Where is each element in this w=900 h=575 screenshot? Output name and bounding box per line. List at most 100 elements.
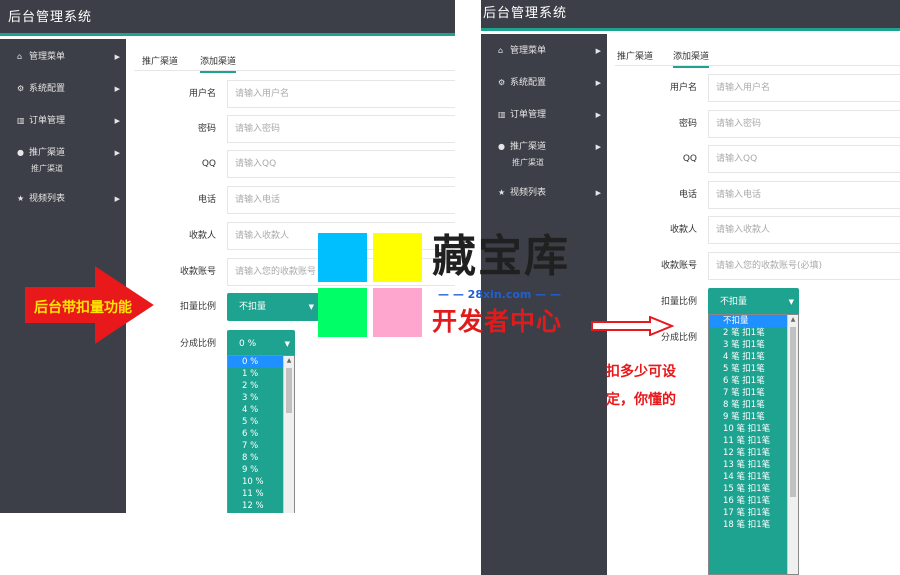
sidebar-item-orders[interactable]: ▥ 订单管理 ▶ xyxy=(481,99,607,131)
sidebar-item-label: 管理菜单 xyxy=(29,52,66,62)
account-input[interactable]: 请输入您的收款账号(必填) xyxy=(708,252,900,280)
gears-icon: ⚙ xyxy=(498,78,506,87)
password-input[interactable]: 请输入密码 xyxy=(708,110,900,138)
phone-input[interactable]: 请输入电话 xyxy=(227,186,455,214)
sidebar-item-label: 订单管理 xyxy=(29,116,66,126)
sidebar-item-videos[interactable]: ★ 视频列表 ▶ xyxy=(0,183,126,215)
top-bar: 后台管理系统 xyxy=(481,0,900,31)
dropdown-option[interactable]: 7 笔 扣1笔 xyxy=(709,387,798,399)
tab-channels[interactable]: 推广渠道 xyxy=(142,54,178,67)
color-swatch-blue xyxy=(318,233,367,282)
chevron-right-icon: ▶ xyxy=(595,79,601,87)
user-icon: ● xyxy=(17,148,24,157)
dropdown-option[interactable]: 9 笔 扣1笔 xyxy=(709,411,798,423)
scrollbar-thumb[interactable] xyxy=(286,368,292,413)
deduct-select[interactable]: 不扣量 ▼ xyxy=(227,293,319,321)
dropdown-option[interactable]: 4 笔 扣1笔 xyxy=(709,351,798,363)
dropdown-option[interactable]: 12 笔 扣1笔 xyxy=(709,447,798,459)
share-select-value: 0 % xyxy=(239,339,257,349)
dropdown-option[interactable]: 15 笔 扣1笔 xyxy=(709,483,798,495)
share-select[interactable]: 0 % ▼ xyxy=(227,330,295,358)
chevron-right-icon: ▶ xyxy=(595,47,601,55)
share-dropdown-list[interactable]: 0 % 1 % 2 % 3 % 4 % 5 % 6 % 7 % 8 % 9 % 10 % 11 % 12… xyxy=(227,355,295,513)
tab-bar: 推广渠道 添加渠道 xyxy=(615,44,900,68)
field-label: 用户名 xyxy=(669,83,697,93)
form-row-account: 收款账号 请输入您的收款账号(必填) xyxy=(607,252,900,280)
caret-down-icon: ▼ xyxy=(308,303,314,311)
dropdown-option[interactable]: 16 笔 扣1笔 xyxy=(709,495,798,507)
sidebar-item-channels[interactable]: ● 推广渠道 ▶ xyxy=(0,137,126,169)
username-input[interactable]: 请输入用户名 xyxy=(708,74,900,102)
dropdown-option[interactable]: 14 笔 扣1笔 xyxy=(709,471,798,483)
deduct-select[interactable]: 不扣量 ▼ xyxy=(708,288,799,316)
form-row-phone: 电话 请输入电话 xyxy=(607,181,900,209)
sidebar-item-label: 推广渠道 xyxy=(510,142,547,152)
dropdown-option[interactable]: 8 笔 扣1笔 xyxy=(709,399,798,411)
field-label: 收款人 xyxy=(669,225,697,235)
field-label: 扣量比例 xyxy=(660,297,697,307)
dropdown-option[interactable]: 11 笔 扣1笔 xyxy=(709,435,798,447)
sidebar-item-config[interactable]: ⚙ 系统配置 ▶ xyxy=(0,73,126,105)
deduct-dropdown-list[interactable]: 不扣量 2 笔 扣1笔 3 笔 扣1笔 4 笔 扣1笔 5 笔 扣1笔 6 笔 扣1笔 7 … xyxy=(708,314,799,575)
sidebar-item-menu[interactable]: ⌂ 管理菜单 ▶ xyxy=(0,41,126,73)
home-icon: ⌂ xyxy=(17,52,23,61)
scroll-up-icon[interactable]: ▲ xyxy=(284,356,294,366)
field-label: 用户名 xyxy=(188,89,216,99)
tab-add-channel[interactable]: 添加渠道 xyxy=(200,54,237,73)
field-label: 电话 xyxy=(678,190,697,200)
form-row-password: 密码 请输入密码 xyxy=(607,110,900,138)
qq-input[interactable]: 请输入QQ xyxy=(708,145,900,173)
chevron-right-icon: ▶ xyxy=(595,111,601,119)
chevron-right-icon: ▶ xyxy=(114,195,120,203)
sidebar-item-config[interactable]: ⚙ 系统配置 ▶ xyxy=(481,67,607,99)
tab-add-channel[interactable]: 添加渠道 xyxy=(673,49,710,68)
app-title: 后台管理系统 xyxy=(8,10,93,25)
dropdown-scrollbar[interactable]: ▲ xyxy=(787,315,798,574)
dropdown-option[interactable]: 10 笔 扣1笔 xyxy=(709,423,798,435)
form-row-username: 用户名 请输入用户名 xyxy=(126,80,455,108)
user-icon: ● xyxy=(498,142,505,151)
star-icon: ★ xyxy=(498,188,506,197)
form-row-payee: 收款人 请输入收款人 xyxy=(607,216,900,244)
dropdown-option[interactable]: 6 笔 扣1笔 xyxy=(709,375,798,387)
caret-down-icon: ▼ xyxy=(788,298,794,306)
sidebar-item-label: 订单管理 xyxy=(510,110,547,120)
form-row-qq: QQ 请输入QQ xyxy=(607,145,900,173)
scroll-up-icon[interactable]: ▲ xyxy=(788,315,798,325)
payee-input[interactable]: 请输入收款人 xyxy=(708,216,900,244)
dropdown-option[interactable]: 2 笔 扣1笔 xyxy=(709,327,798,339)
sidebar-item-menu[interactable]: ⌂ 管理菜单 ▶ xyxy=(481,35,607,67)
bar-chart-icon: ▥ xyxy=(17,116,25,125)
deduct-note: 扣多少可设定，你懂的 xyxy=(606,364,676,408)
dropdown-option[interactable]: 3 笔 扣1笔 xyxy=(709,339,798,351)
sidebar-item-orders[interactable]: ▥ 订单管理 ▶ xyxy=(0,105,126,137)
chevron-right-icon: ▶ xyxy=(114,85,120,93)
dropdown-option[interactable]: 5 笔 扣1笔 xyxy=(709,363,798,375)
tab-bar: 推广渠道 添加渠道 xyxy=(134,49,455,73)
color-swatch-pink xyxy=(373,288,422,337)
form-row-username: 用户名 请输入用户名 xyxy=(607,74,900,102)
feature-callout: 后台带扣量功能 xyxy=(34,300,132,316)
qq-input[interactable]: 请输入QQ xyxy=(227,150,455,178)
dropdown-scrollbar[interactable]: ▲ xyxy=(283,356,294,513)
dropdown-option[interactable]: 13 笔 扣1笔 xyxy=(709,459,798,471)
username-input[interactable]: 请输入用户名 xyxy=(227,80,455,108)
watermark-url: — — 28xin.com — — xyxy=(438,288,562,301)
phone-input[interactable]: 请输入电话 xyxy=(708,181,900,209)
dropdown-option[interactable]: 17 笔 扣1笔 xyxy=(709,507,798,519)
arrow-right-icon xyxy=(591,316,674,336)
field-label: QQ xyxy=(201,159,216,169)
chevron-right-icon: ▶ xyxy=(595,143,601,151)
scrollbar-thumb[interactable] xyxy=(790,327,796,497)
top-bar: 后台管理系统 xyxy=(0,0,455,36)
color-swatch-yellow xyxy=(373,233,422,282)
form-row-deduct: 扣量比例 不扣量 ▼ xyxy=(607,288,900,316)
dropdown-option[interactable]: 18 笔 扣1笔 xyxy=(709,519,798,531)
sidebar-item-label: 系统配置 xyxy=(29,84,66,94)
field-label: 密码 xyxy=(197,124,216,134)
sidebar-item-videos[interactable]: ★ 视频列表 ▶ xyxy=(481,177,607,209)
tab-channels[interactable]: 推广渠道 xyxy=(617,49,653,62)
password-input[interactable]: 请输入密码 xyxy=(227,115,455,143)
sidebar-item-channels[interactable]: ● 推广渠道 ▶ xyxy=(481,131,607,163)
dropdown-option[interactable]: 不扣量 xyxy=(709,315,798,327)
